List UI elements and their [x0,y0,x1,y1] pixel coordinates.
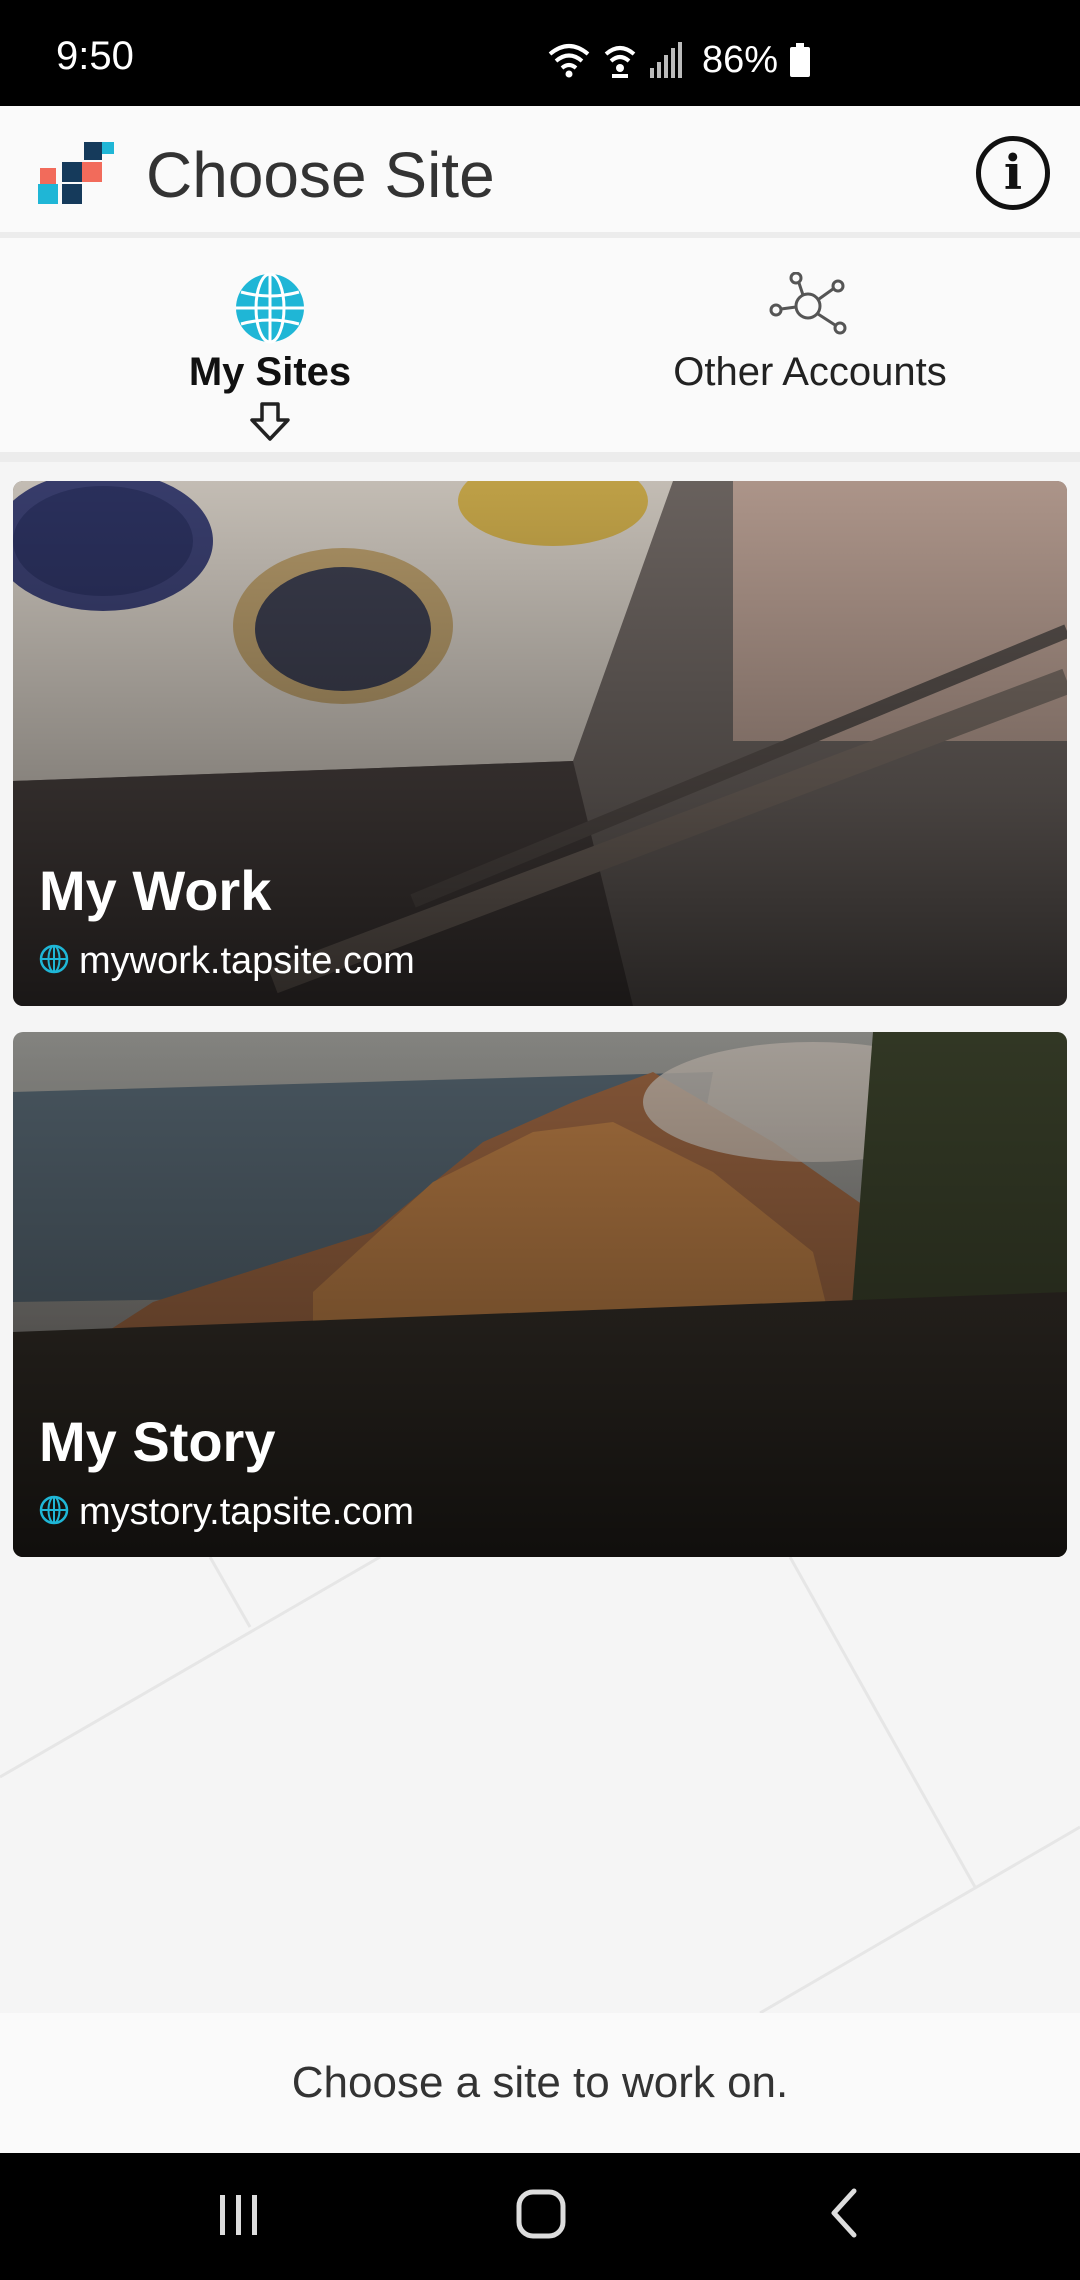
app-bar: Choose Site i [0,106,1080,238]
site-url-row: mystory.tapsite.com [39,1493,414,1531]
battery-icon [790,43,810,77]
footer-message: Choose a site to work on. [291,2058,789,2107]
card-background-image [13,1032,1067,1557]
site-url-row: mywork.tapsite.com [39,942,415,980]
tab-label-my-sites: My Sites [188,350,352,394]
arrow-down-icon [248,402,292,447]
card-background-image [13,481,1067,1006]
footer-message-bar: Choose a site to work on. [0,2013,1080,2153]
site-url: mywork.tapsite.com [79,940,415,982]
battery-percent: 86% [701,39,778,81]
status-bar: 9:50 86% [0,0,1080,106]
info-button[interactable]: i [976,136,1050,210]
signal-icon [649,42,682,78]
home-icon[interactable] [512,2183,572,2248]
recent-apps-icon[interactable] [214,2183,264,2248]
status-icons: 86% [548,40,810,80]
status-time: 9:50 [56,34,134,78]
hotspot-icon [602,42,638,78]
globe-icon [39,944,69,979]
network-icon [768,271,852,343]
wifi-icon [548,42,590,78]
site-title: My Work [39,859,272,923]
tapsite-logo-icon [38,142,114,209]
site-card-my-story[interactable]: My Story mystory.tapsite.com [13,1032,1067,1557]
tab-label-other-accounts: Other Accounts [673,350,947,394]
site-url: mystory.tapsite.com [79,1491,415,1533]
back-icon[interactable] [820,2183,870,2248]
system-nav-bar [0,2153,1080,2280]
tab-bar: My Sites Other Accounts [0,238,1080,462]
background-pattern [0,1557,1080,2013]
globe-icon [234,272,306,349]
globe-icon [39,1495,69,1530]
tab-other-accounts[interactable]: Other Accounts [540,238,1080,452]
tab-my-sites[interactable]: My Sites [0,238,540,452]
site-card-my-work[interactable]: My Work mywork.tapsite.com [13,481,1067,1006]
site-title: My Story [39,1410,276,1474]
page-title: Choose Site [146,139,495,211]
info-icon: i [1003,145,1023,201]
